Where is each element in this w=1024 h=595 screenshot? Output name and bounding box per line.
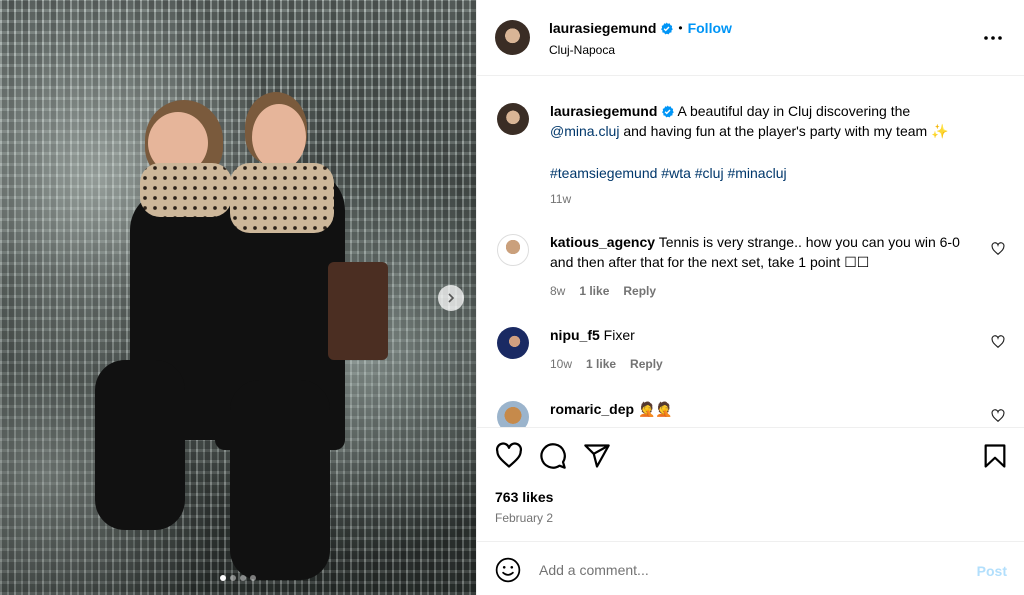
- commenter-avatar[interactable]: [497, 327, 529, 359]
- comment-like-icon[interactable]: [991, 242, 1005, 256]
- comment-meta: 8w 1 like Reply: [550, 284, 656, 298]
- carousel-dot: [250, 575, 256, 581]
- likes-count[interactable]: 763 likes: [495, 489, 553, 505]
- comment-body: Fixer: [603, 327, 635, 343]
- commenter-username[interactable]: romaric_dep: [550, 401, 634, 417]
- caption-body-1: A beautiful day in Cluj discovering the: [677, 103, 911, 119]
- carousel-dot: [240, 575, 246, 581]
- commenter-username[interactable]: nipu_f5: [550, 327, 600, 343]
- comment-like-icon[interactable]: [991, 335, 1005, 349]
- caption-meta: 11w: [550, 192, 571, 206]
- caption-time[interactable]: 11w: [550, 192, 571, 206]
- post-comment-button[interactable]: Post: [977, 563, 1007, 579]
- hashtag-link[interactable]: #wta: [661, 165, 691, 181]
- post-media[interactable]: [0, 0, 476, 595]
- caption-mention-link[interactable]: @mina.cluj: [550, 123, 619, 139]
- carousel-dot: [220, 575, 226, 581]
- comment-text: romaric_dep 🤦🤦: [550, 399, 980, 419]
- carousel-dot: [230, 575, 236, 581]
- caption-hashtags: #teamsiegemund #wta #cluj #minacluj: [550, 163, 980, 183]
- verified-badge-icon: [661, 22, 674, 34]
- caption-text: laurasiegemund A beautiful day in Cluj d…: [550, 101, 980, 141]
- hashtag-link[interactable]: #minacluj: [727, 165, 786, 181]
- comment-time[interactable]: 8w: [550, 284, 565, 298]
- caption: laurasiegemund A beautiful day in Cluj d…: [497, 101, 1005, 211]
- post-details-panel: laurasiegemund • Follow Cluj-Napoca laur…: [476, 0, 1024, 595]
- author-avatar[interactable]: [495, 20, 530, 55]
- comment-reply-button[interactable]: Reply: [630, 357, 663, 371]
- heart-icon[interactable]: [495, 442, 523, 470]
- share-icon[interactable]: [583, 442, 611, 470]
- caption-avatar[interactable]: [497, 103, 529, 135]
- comment-body: 🤦🤦: [637, 401, 673, 417]
- hashtag-link[interactable]: #cluj: [695, 165, 724, 181]
- comment-like-icon[interactable]: [991, 409, 1005, 423]
- comment-likes[interactable]: 1 like: [579, 284, 609, 298]
- commenter-avatar[interactable]: [497, 234, 529, 266]
- comment-item: katious_agency Tennis is very strange.. …: [497, 232, 1005, 302]
- comment-item: romaric_dep 🤦🤦: [497, 399, 1005, 427]
- header-separator: •: [678, 21, 683, 35]
- post-date[interactable]: February 2: [495, 511, 553, 525]
- carousel-indicators: [0, 575, 476, 581]
- commenter-username[interactable]: katious_agency: [550, 234, 655, 250]
- comment-icon[interactable]: [539, 442, 567, 470]
- carousel-next-button[interactable]: [438, 285, 464, 311]
- comment-reply-button[interactable]: Reply: [623, 284, 656, 298]
- emoji-icon[interactable]: [495, 557, 521, 583]
- author-username[interactable]: laurasiegemund: [549, 20, 656, 36]
- bookmark-icon[interactable]: [981, 442, 1009, 470]
- hashtag-link[interactable]: #teamsiegemund: [550, 165, 657, 181]
- comment-meta: 10w 1 like Reply: [550, 357, 663, 371]
- comment-time[interactable]: 10w: [550, 357, 572, 371]
- caption-body-2: and having fun at the player's party wit…: [623, 123, 949, 139]
- post-location[interactable]: Cluj-Napoca: [549, 43, 615, 57]
- commenter-avatar[interactable]: [497, 401, 529, 427]
- follow-button[interactable]: Follow: [688, 20, 732, 36]
- comments-section[interactable]: laurasiegemund A beautiful day in Cluj d…: [477, 77, 1024, 427]
- add-comment-bar: Post: [477, 541, 1024, 595]
- comment-text: nipu_f5 Fixer: [550, 325, 980, 345]
- more-options-button[interactable]: [981, 26, 1005, 50]
- add-comment-input[interactable]: [539, 556, 959, 584]
- comment-item: nipu_f5 Fixer 10w 1 like Reply: [497, 325, 1005, 375]
- verified-badge-icon: [662, 105, 675, 118]
- caption-username[interactable]: laurasiegemund: [550, 103, 657, 119]
- post-header: laurasiegemund • Follow Cluj-Napoca: [477, 0, 1024, 76]
- post-actions: 763 likes February 2: [477, 427, 1024, 541]
- comment-likes[interactable]: 1 like: [586, 357, 616, 371]
- chevron-right-icon: [448, 293, 455, 303]
- more-options-icon: [984, 36, 1002, 40]
- comment-text: katious_agency Tennis is very strange.. …: [550, 232, 980, 272]
